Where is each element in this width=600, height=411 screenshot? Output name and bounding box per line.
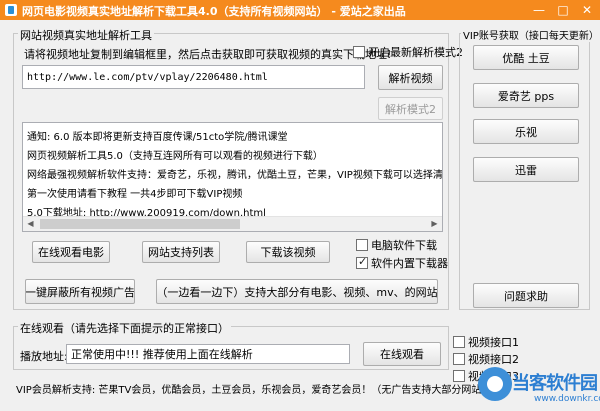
downkr-logo-icon xyxy=(478,367,512,401)
block-ads-button[interactable]: 一键屏蔽所有视频广告 xyxy=(25,279,135,304)
vip-letv-button[interactable]: 乐视 xyxy=(473,119,579,144)
watermark-url: www.downkr.com xyxy=(534,394,600,404)
title-bar[interactable]: 网页电影视频真实地址解析下载工具4.0（支持所有视频网站） - 爱站之家出品 —… xyxy=(0,0,600,20)
interface-1-checkbox[interactable]: 视频接口1 xyxy=(453,334,519,350)
pc-download-checkbox-label: 电脑软件下载 xyxy=(371,239,437,252)
play-address-input[interactable]: 正常使用中!!! 推荐使用上面在线解析 xyxy=(66,344,350,364)
video-url-input[interactable]: http://www.le.com/ptv/vplay/2206480.html xyxy=(22,65,365,89)
interface-2-checkbox-label: 视频接口2 xyxy=(468,353,519,366)
log-line: 网络最强视频解析软件支持：爱奇艺，乐视，腾讯，优酷土豆，芒果，VIP视频下载可以… xyxy=(27,170,443,181)
log-line: 第一次使用请看下教程 一共4步即可下载VIP视频 xyxy=(27,189,243,200)
watch-online-button[interactable]: 在线观看 xyxy=(363,342,441,366)
scroll-thumb[interactable] xyxy=(40,219,240,229)
pc-download-checkbox-box[interactable] xyxy=(356,239,368,251)
builtin-downloader-checkbox[interactable]: 软件内置下载器 xyxy=(356,255,448,271)
interface-1-checkbox-label: 视频接口1 xyxy=(468,336,519,349)
parse-video-button[interactable]: 解析视频 xyxy=(378,65,443,90)
online-watch-group-title: 在线观看（请先选择下面提示的正常接口） xyxy=(18,320,231,336)
vip-iqiyi-pps-button[interactable]: 爱奇艺 pps xyxy=(473,83,579,108)
site-support-list-button[interactable]: 网站支持列表 xyxy=(142,241,220,263)
app-icon xyxy=(5,4,17,16)
vip-group-title: VIP账号获取（接口每天更新） xyxy=(461,27,600,42)
watermark-brand: 当客软件园 xyxy=(512,373,598,394)
interface-2-checkbox[interactable]: 视频接口2 xyxy=(453,351,519,367)
instruction-text: 请将视频地址复制到编辑框里，然后点击获取即可获取视频的真实下载地址! xyxy=(24,48,392,61)
parse-mode2-button[interactable]: 解析模式2 xyxy=(378,97,443,120)
footer-vip-support-text: VIP会员解析支持: 芒果TV会员，优酷会员，土豆会员，乐视会员，爱奇艺会员！（… xyxy=(16,385,492,396)
watermark: 当客软件园 www.downkr.com xyxy=(478,367,600,411)
mode2-checkbox-label: 开启最新解析模式2 xyxy=(368,46,463,59)
download-video-button[interactable]: 下载该视频 xyxy=(246,241,330,263)
watch-and-download-button[interactable]: （一边看一边下）支持大部分有电影、视频、mv、的网站 xyxy=(156,279,438,304)
pc-download-checkbox[interactable]: 电脑软件下载 xyxy=(356,237,437,253)
window-title: 网页电影视频真实地址解析下载工具4.0（支持所有视频网站） - 爱站之家出品 xyxy=(22,5,406,18)
vip-xunlei-button[interactable]: 迅雷 xyxy=(473,157,579,182)
scroll-right-icon[interactable]: ▶ xyxy=(427,217,442,231)
notice-log[interactable]: 通知: 6.0 版本即将更新支持百度传课/51cto学院/腾讯课堂 网页视频解析… xyxy=(22,122,443,232)
play-address-label: 播放地址: xyxy=(20,350,68,363)
log-horizontal-scrollbar[interactable]: ◀ ▶ xyxy=(23,216,442,231)
log-line: 网页视频解析工具5.0（支持互连网所有可以观看的视频进行下载） xyxy=(27,151,323,162)
help-button[interactable]: 问题求助 xyxy=(473,283,579,308)
builtin-downloader-checkbox-box[interactable] xyxy=(356,255,368,269)
maximize-button[interactable]: □ xyxy=(550,0,576,20)
log-line: 通知: 6.0 版本即将更新支持百度传课/51cto学院/腾讯课堂 xyxy=(27,132,288,143)
mode2-checkbox-box[interactable] xyxy=(353,46,365,58)
close-button[interactable]: ✕ xyxy=(574,0,600,20)
watch-online-movie-button[interactable]: 在线观看电影 xyxy=(32,241,110,263)
mode2-checkbox[interactable]: 开启最新解析模式2 xyxy=(353,44,463,60)
interface-2-checkbox-box[interactable] xyxy=(453,353,465,365)
parse-group-title: 网站视频真实地址解析工具 xyxy=(18,27,154,43)
builtin-downloader-checkbox-label: 软件内置下载器 xyxy=(371,257,448,270)
scroll-left-icon[interactable]: ◀ xyxy=(23,217,38,231)
minimize-button[interactable]: — xyxy=(526,0,552,20)
interface-1-checkbox-box[interactable] xyxy=(453,336,465,348)
vip-youku-tudou-button[interactable]: 优酷 土豆 xyxy=(473,45,579,70)
